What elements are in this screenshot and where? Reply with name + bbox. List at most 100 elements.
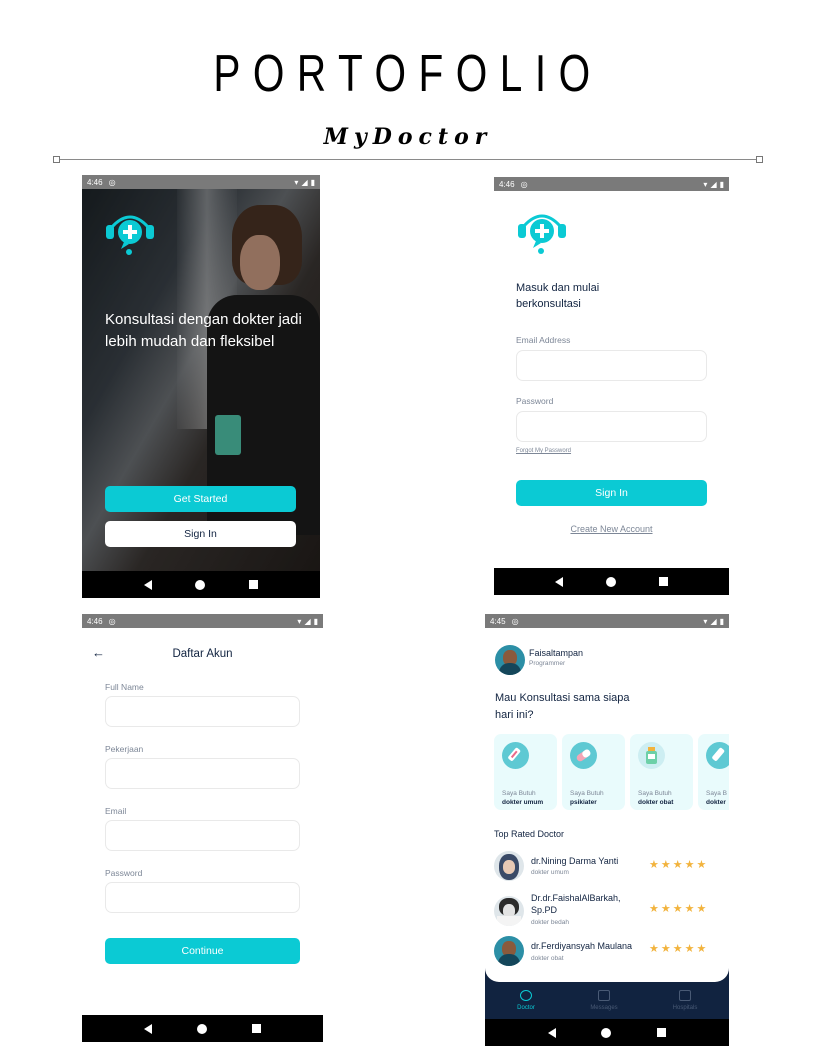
- tab-label: Hospitals: [672, 1005, 698, 1011]
- doctor-name: Dr.dr.FaishalAlBarkah, Sp.PD: [531, 893, 621, 915]
- category-top-text: Saya B: [706, 790, 727, 797]
- status-bar: 4:45 ◎ ▾ ◢ ▮: [485, 614, 729, 628]
- user-role: Programmer: [529, 660, 566, 667]
- messages-tab-icon: [598, 990, 610, 1001]
- notification-icon: ◎: [520, 179, 528, 189]
- syringe-icon: [502, 742, 529, 769]
- medicine-bottle-icon: [638, 742, 665, 769]
- back-icon[interactable]: [143, 579, 152, 590]
- wifi-icon: ▾: [703, 179, 708, 189]
- register-screen: 4:46 ◎ ▾ ◢ ▮ ← Daftar Akun Full Name Pekerj…: [82, 614, 323, 1042]
- wifi-icon: ▾: [297, 616, 302, 626]
- category-bottom-text: dokter umum: [502, 799, 544, 806]
- get-started-button[interactable]: Get Started: [105, 486, 296, 512]
- battery-icon: ▮: [310, 177, 315, 187]
- recents-icon[interactable]: [251, 1024, 261, 1033]
- status-bar: 4:46 ◎ ▾ ◢ ▮: [494, 177, 729, 191]
- category-card[interactable]: Saya Butuh psikiater: [562, 734, 625, 810]
- tab-messages[interactable]: Messages: [574, 990, 634, 1011]
- doctor-row[interactable]: dr.Ferdiyansyah Maulana dokter obat ★★★★…: [485, 936, 729, 968]
- category-top-text: Saya Butuh: [638, 790, 672, 797]
- status-bar: 4:46 ◎ ▾ ◢ ▮: [82, 614, 323, 628]
- category-bottom-text: dokter obat: [638, 799, 674, 806]
- forgot-password-link[interactable]: Forgot My Password: [516, 448, 571, 454]
- recents-icon[interactable]: [658, 577, 668, 586]
- tab-doctor[interactable]: Doctor: [496, 990, 556, 1011]
- password-label: Password: [105, 868, 143, 878]
- divider-handle-left: [53, 156, 60, 163]
- full-name-label: Full Name: [105, 682, 144, 692]
- signal-icon: ◢: [710, 179, 717, 189]
- category-card[interactable]: Saya Butuh dokter umum: [494, 734, 557, 810]
- password-field[interactable]: [105, 882, 300, 913]
- bottom-tab-bar: Doctor Messages Hospitals: [485, 982, 729, 1020]
- login-headline: Masuk dan mulai berkonsultasi: [516, 282, 600, 310]
- sign-in-button[interactable]: Sign In: [105, 521, 296, 547]
- category-top-text: Saya Butuh: [570, 790, 604, 797]
- avatar[interactable]: [495, 645, 525, 675]
- signal-icon: ◢: [304, 616, 311, 626]
- email-label: Email: [105, 806, 127, 816]
- page-subtitle: MyDoctor: [323, 124, 493, 150]
- job-field[interactable]: [105, 758, 300, 789]
- battery-icon: ▮: [719, 616, 724, 626]
- divider-handle-right: [756, 156, 763, 163]
- email-label: Email Address: [516, 335, 571, 345]
- home-icon[interactable]: [196, 1023, 207, 1034]
- doctor-name: dr.Nining Darma Yanti: [531, 856, 619, 866]
- doctor-specialty: dokter bedah: [531, 919, 569, 926]
- category-bottom-text: psikiater: [570, 799, 597, 806]
- wifi-icon: ▾: [294, 177, 299, 187]
- star-rating: ★★★★★: [649, 903, 709, 915]
- back-icon[interactable]: [547, 1027, 556, 1038]
- status-time: 4:46: [87, 177, 103, 187]
- sign-in-button[interactable]: Sign In: [516, 480, 707, 506]
- android-nav-bar: [494, 568, 729, 595]
- recents-icon[interactable]: [657, 1028, 667, 1037]
- doctor-row[interactable]: Dr.dr.FaishalAlBarkah, Sp.PD dokter beda…: [485, 892, 729, 930]
- wifi-icon: ▾: [703, 616, 708, 626]
- tab-label: Doctor: [517, 1005, 535, 1011]
- register-title: Daftar Akun: [172, 648, 233, 660]
- doctor-specialty: dokter obat: [531, 955, 564, 962]
- login-screen: 4:46 ◎ ▾ ◢ ▮ Masuk dan mulai berkonsultasi …: [494, 177, 729, 595]
- tab-hospitals[interactable]: Hospitals: [655, 990, 715, 1011]
- battery-icon: ▮: [719, 179, 724, 189]
- create-account-link[interactable]: Create New Account: [494, 524, 729, 534]
- star-rating: ★★★★★: [649, 943, 709, 955]
- doctor-row[interactable]: dr.Nining Darma Yanti dokter umum ★★★★★: [485, 850, 729, 882]
- doctor-tab-icon: [520, 990, 532, 1001]
- avatar: [494, 936, 524, 966]
- category-top-text: Saya Butuh: [502, 790, 536, 797]
- avatar: [494, 851, 524, 881]
- home-icon[interactable]: [601, 1027, 612, 1038]
- back-icon[interactable]: [144, 1023, 153, 1034]
- category-card[interactable]: Saya B dokter: [698, 734, 729, 810]
- android-nav-bar: [485, 1019, 729, 1046]
- splash-screen: 4:46 ◎ ▾ ◢ ▮ Konsultasi dengan dokter jadi …: [82, 175, 320, 598]
- splash-headline: Konsultasi dengan dokter jadi lebih muda…: [105, 311, 302, 350]
- status-time: 4:45: [490, 616, 506, 626]
- doctor-name: dr.Ferdiyansyah Maulana: [531, 941, 633, 951]
- notification-icon: ◎: [108, 616, 116, 626]
- signal-icon: ◢: [710, 616, 717, 626]
- back-icon[interactable]: [555, 576, 564, 587]
- category-card[interactable]: Saya Butuh dokter obat: [630, 734, 693, 810]
- email-field[interactable]: [105, 820, 300, 851]
- app-logo-icon: [106, 215, 154, 255]
- recents-icon[interactable]: [249, 580, 259, 589]
- greeting-text: Mau Konsultasi sama siapa hari ini?: [495, 692, 630, 721]
- doctor-specialty: dokter umum: [531, 869, 569, 876]
- status-time: 4:46: [499, 179, 515, 189]
- home-icon[interactable]: [605, 576, 616, 587]
- category-bottom-text: dokter: [706, 799, 726, 806]
- page-title: PORTOFOLIO: [213, 45, 603, 103]
- notification-icon: ◎: [108, 177, 116, 187]
- full-name-field[interactable]: [105, 696, 300, 727]
- notification-icon: ◎: [511, 616, 519, 626]
- continue-button[interactable]: Continue: [105, 938, 300, 964]
- home-icon[interactable]: [195, 579, 206, 590]
- pill-icon: [570, 742, 597, 769]
- password-field[interactable]: [516, 411, 707, 442]
- email-field[interactable]: [516, 350, 707, 381]
